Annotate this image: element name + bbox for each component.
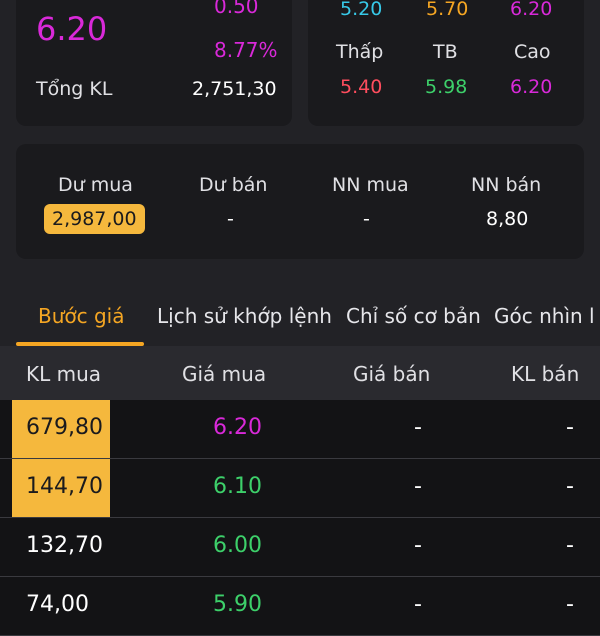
low-label: Thấp [336,41,384,63]
sell-volume: - [566,592,574,617]
buy-remaining-label: Dư mua [58,174,133,196]
price-change-percent: 8.77% [214,38,278,62]
buy-price: 5.90 [213,592,262,617]
sell-price: - [414,474,422,499]
buy-volume: 679,80 [26,415,103,440]
buy-price: 6.20 [213,415,262,440]
summary-card: 6.20 0.50 8.77% Tổng KL 2,751,30 [16,0,292,126]
buy-volume: 74,00 [26,592,89,617]
total-volume-label: Tổng KL [36,78,113,100]
sell-volume: - [566,415,574,440]
sell-remaining-label: Dư bán [199,174,268,196]
buy-price: 6.00 [213,533,262,558]
sell-price: - [414,592,422,617]
sell-remaining-value: - [227,208,234,230]
range-card: 5.20 5.70 6.20 Thấp TB Cao 5.40 5.98 6.2… [308,0,584,126]
avg-value: 5.98 [425,76,468,98]
buy-remaining-value: 2,987,00 [44,204,145,234]
buy-price: 6.10 [213,474,262,499]
table-row[interactable]: 679,80 6.20 - - [0,400,600,459]
tab-price-steps[interactable]: Bước giá [38,304,125,328]
low-value: 5.40 [340,76,383,98]
ref-price: 5.20 [340,0,383,20]
total-volume-value: 2,751,30 [192,78,277,100]
sell-price: - [414,533,422,558]
table-row[interactable]: 144,70 6.10 - - [0,459,600,518]
orders-card: Dư mua 2,987,00 Dư bán - NN mua - NN bán… [16,144,584,259]
foreign-buy-value: - [363,208,370,230]
sell-volume: - [566,533,574,558]
high-label: Cao [514,41,551,63]
open-price: 5.70 [426,0,469,20]
foreign-sell-value: 8,80 [486,208,529,230]
high-value: 6.20 [510,76,553,98]
avg-label: TB [433,41,458,63]
last-price: 6.20 [36,10,108,48]
table-row[interactable]: 74,00 5.90 - - [0,577,600,636]
tab-fundamentals[interactable]: Chỉ số cơ bản [346,304,481,328]
sell-volume: - [566,474,574,499]
header-buy-volume: KL mua [26,362,102,386]
header-buy-price: Giá mua [182,362,267,386]
order-book-header: KL mua Giá mua Giá bán KL bán [0,346,600,400]
price-change: 0.50 [214,0,259,18]
ceiling-price: 6.20 [510,0,553,20]
sell-price: - [414,415,422,440]
foreign-buy-label: NN mua [332,174,409,196]
tab-match-history[interactable]: Lịch sử khớp lệnh [157,304,332,328]
header-sell-volume: KL bán [511,362,580,386]
tab-bar: Bước giá Lịch sử khớp lệnh Chỉ số cơ bản… [0,290,600,347]
buy-volume: 144,70 [26,474,103,499]
table-row[interactable]: 132,70 6.00 - - [0,518,600,577]
tab-perspective[interactable]: Góc nhìn l [494,304,595,328]
header-sell-price: Giá bán [353,362,431,386]
foreign-sell-label: NN bán [471,174,542,196]
buy-volume: 132,70 [26,533,103,558]
